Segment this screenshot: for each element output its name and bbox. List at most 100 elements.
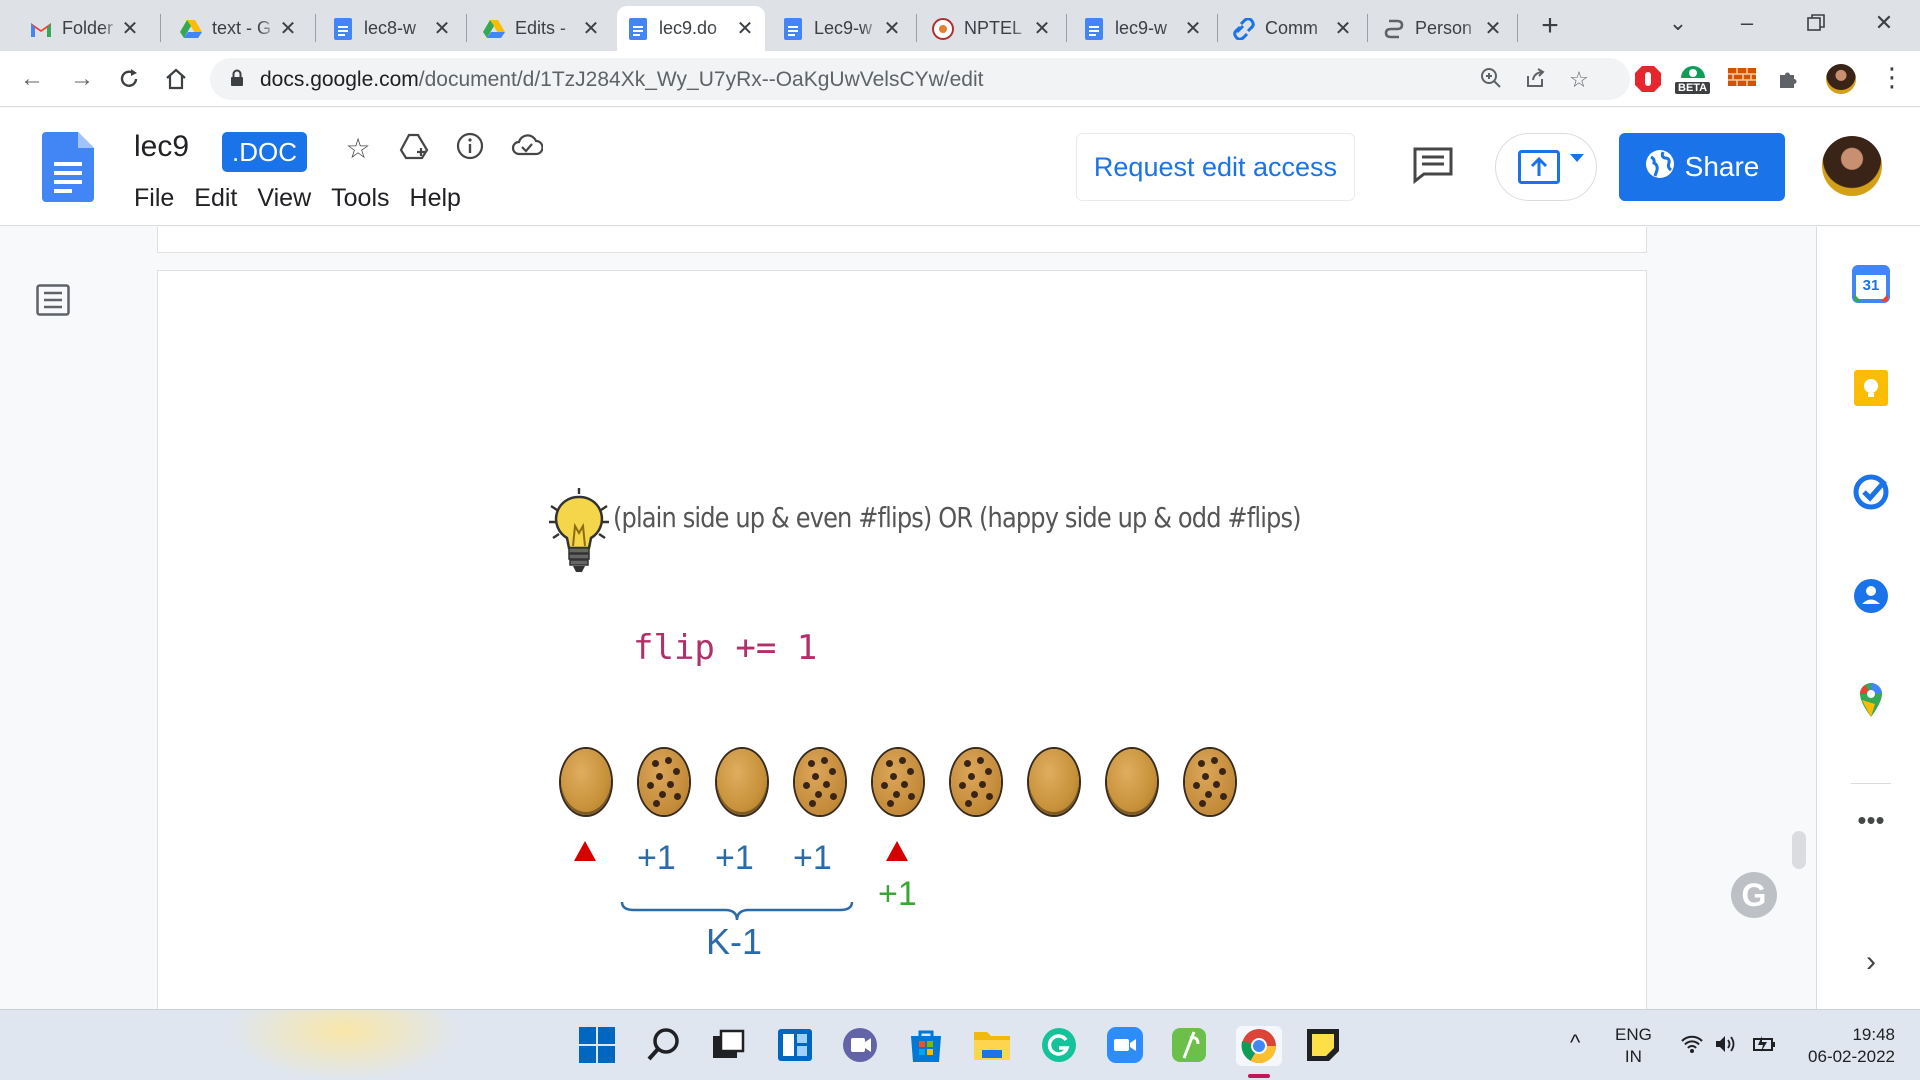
browser-tab[interactable]: lec8-w ✕ [322, 6, 462, 51]
browser-tab[interactable]: Lec9-w ✕ [772, 6, 912, 51]
menu-edit[interactable]: Edit [184, 180, 247, 217]
account-avatar[interactable] [1822, 136, 1882, 196]
doc-format-badge: .DOC [222, 132, 307, 172]
close-icon[interactable]: ✕ [1333, 16, 1353, 41]
document-page[interactable]: (plain side up & even #flips) OR (happy … [157, 270, 1647, 1030]
share-button[interactable]: Share [1619, 133, 1785, 201]
browser-tab[interactable]: Folder ✕ [20, 6, 150, 51]
task-view-icon[interactable] [709, 1026, 749, 1066]
docs-home-logo[interactable] [42, 132, 94, 207]
browser-tab[interactable]: Edits - ✕ [473, 6, 611, 51]
close-icon[interactable]: ✕ [1183, 16, 1203, 41]
chevron-down-icon[interactable] [1570, 154, 1584, 162]
brace-label: K-1 [706, 921, 763, 962]
language-indicator[interactable]: ENG IN [1615, 1024, 1652, 1068]
chocolate-chip-cookie [795, 749, 845, 815]
nptel-icon [932, 17, 954, 40]
reload-button[interactable] [113, 63, 145, 95]
maps-icon[interactable] [1851, 680, 1891, 720]
address-bar[interactable]: docs.google.com/document/d/1TzJ284Xk_Wy_… [210, 58, 1630, 100]
document-outline-icon[interactable] [36, 284, 70, 321]
clock[interactable]: 19:48 06-02-2022 [1795, 1024, 1895, 1068]
windows-start-icon[interactable] [578, 1026, 618, 1066]
plain-cookie [561, 749, 611, 815]
new-tab-button[interactable]: + [1535, 8, 1565, 44]
menu-help[interactable]: Help [400, 180, 471, 217]
share-page-icon[interactable] [1522, 67, 1548, 93]
close-window-button[interactable]: ✕ [1862, 8, 1906, 38]
tasks-icon[interactable] [1851, 472, 1891, 512]
grammarly-icon[interactable]: G [1731, 872, 1777, 918]
menu-tools[interactable]: Tools [321, 180, 399, 217]
forward-button[interactable]: → [66, 63, 98, 95]
comments-icon[interactable] [1412, 146, 1454, 189]
keep-icon[interactable] [1851, 368, 1891, 408]
docs-header: lec9 .DOC ☆ File Edit View Tools Help Re… [0, 108, 1920, 226]
star-icon[interactable]: ☆ [341, 132, 375, 166]
back-button[interactable]: ← [16, 63, 48, 95]
chrome-app-icon[interactable] [1236, 1026, 1282, 1078]
beta-extension-icon[interactable]: BETA [1675, 64, 1711, 94]
wifi-icon[interactable] [1680, 1034, 1704, 1059]
close-icon[interactable]: ✕ [1483, 16, 1503, 41]
minimize-button[interactable]: – [1725, 8, 1769, 38]
close-icon[interactable]: ✕ [278, 16, 298, 41]
contacts-icon[interactable] [1851, 576, 1891, 616]
tab-search-icon[interactable]: ⌄ [1656, 8, 1700, 38]
battery-charging-icon[interactable] [1750, 1034, 1776, 1059]
chevron-up-icon[interactable]: ^ [1570, 1030, 1580, 1056]
chevron-right-icon[interactable]: › [1851, 942, 1891, 982]
chocolate-chip-cookie [1185, 749, 1235, 815]
scrollbar-thumb[interactable] [1792, 831, 1806, 869]
grammarly-app-icon[interactable] [1040, 1026, 1080, 1066]
zoom-icon[interactable] [1478, 67, 1504, 93]
clock-date: 06-02-2022 [1808, 1047, 1895, 1066]
menu-file[interactable]: File [124, 180, 184, 217]
globe-icon [1645, 149, 1675, 186]
green-increment-label: +1 [878, 875, 917, 913]
browser-tab[interactable]: lec9-w ✕ [1073, 6, 1213, 51]
volume-icon[interactable] [1714, 1034, 1738, 1059]
microsoft-store-icon[interactable] [907, 1026, 947, 1066]
browser-tab[interactable]: Person ✕ [1373, 6, 1513, 51]
tab-title: text - G [212, 18, 272, 38]
browser-menu-icon[interactable]: ⋮ [1877, 64, 1907, 94]
extensions-puzzle-icon[interactable] [1776, 64, 1806, 94]
sticky-notes-icon[interactable] [1304, 1026, 1344, 1066]
close-icon[interactable]: ✕ [120, 16, 140, 41]
browser-tab[interactable]: Comm ✕ [1223, 6, 1363, 51]
browser-tab[interactable]: NPTEL ✕ [922, 6, 1062, 51]
adblock-extension-icon[interactable] [1633, 64, 1663, 94]
bookmark-star-icon[interactable]: ☆ [1566, 67, 1592, 93]
move-to-drive-icon[interactable] [397, 132, 431, 166]
file-explorer-icon[interactable] [972, 1026, 1012, 1066]
document-title[interactable]: lec9 [134, 130, 189, 164]
search-icon[interactable] [645, 1026, 685, 1066]
info-icon[interactable] [453, 132, 487, 166]
notepad-app-icon[interactable] [1170, 1026, 1210, 1066]
menu-view[interactable]: View [247, 180, 321, 217]
tab-title: lec9-w [1115, 18, 1168, 38]
profile-avatar[interactable] [1826, 64, 1856, 94]
close-icon[interactable]: ✕ [735, 16, 755, 41]
lock-icon[interactable] [230, 69, 244, 92]
request-edit-access-button[interactable]: Request edit access [1076, 133, 1355, 201]
browser-tab[interactable]: text - G ✕ [170, 6, 308, 51]
widgets-icon[interactable] [776, 1026, 816, 1066]
more-addons-icon[interactable]: ••• [1851, 807, 1891, 847]
present-button[interactable] [1495, 133, 1597, 201]
calendar-icon[interactable]: 31 [1851, 264, 1891, 304]
home-button[interactable] [160, 63, 192, 95]
teams-chat-icon[interactable] [841, 1026, 881, 1066]
close-icon[interactable]: ✕ [882, 16, 902, 41]
menu-bar: File Edit View Tools Help [124, 180, 471, 217]
cloud-status-icon[interactable] [510, 132, 544, 166]
restore-button[interactable] [1794, 8, 1838, 38]
close-icon[interactable]: ✕ [432, 16, 452, 41]
browser-tab-active[interactable]: lec9.do ✕ [617, 6, 765, 51]
close-icon[interactable]: ✕ [1032, 16, 1052, 41]
zoom-app-icon[interactable] [1106, 1026, 1146, 1066]
close-icon[interactable]: ✕ [581, 16, 601, 41]
brick-extension-icon[interactable] [1728, 64, 1758, 94]
tab-title: Folder [62, 18, 114, 38]
